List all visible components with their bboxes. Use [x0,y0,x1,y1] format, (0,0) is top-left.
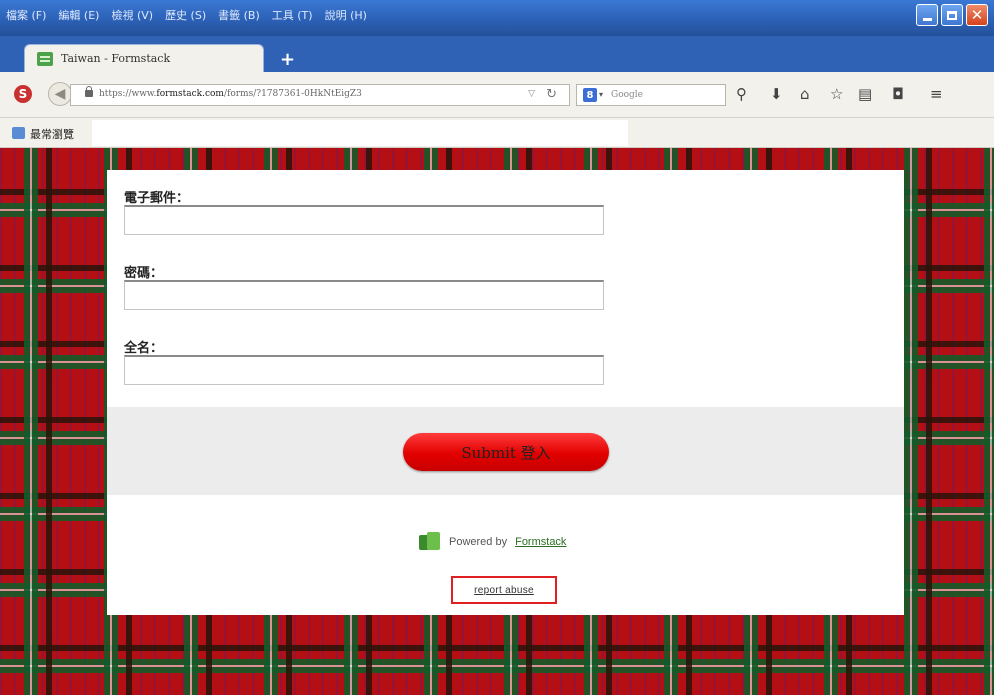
download-icon[interactable]: ⬇ [770,86,783,102]
formstack-favicon-icon [37,52,53,66]
bookmark-folder-icon [12,127,25,139]
url-domain: formstack.com [156,89,224,99]
menu-view[interactable]: 檢視 (V) [111,7,153,23]
search-icon[interactable]: ⚲ [736,86,747,102]
maximize-icon [947,10,957,20]
close-icon: ✕ [970,6,984,24]
minimize-icon [922,18,932,21]
title-bar: 檔案 (F) 編輯 (E) 檢視 (V) 歷史 (S) 書籤 (B) 工具 (T… [0,0,994,36]
url-dropdown-icon[interactable]: ▽ [528,89,535,99]
back-button[interactable]: ◀ [48,82,72,106]
home-icon[interactable]: ⌂ [800,86,810,102]
google-icon[interactable]: 8 [583,88,597,102]
url-path: /forms/?1787361-0HkNtEigZ3 [223,89,362,99]
bookmark-most-visited[interactable]: 最常瀏覽 [30,126,74,142]
minimize-button[interactable] [916,4,938,26]
library-icon[interactable]: ▤ [858,86,872,102]
search-engine-dropdown-icon[interactable]: ▾ [599,90,603,99]
email-label: 電子郵件： [124,191,190,206]
submit-area: Submit 登入 [107,407,904,495]
new-tab-button[interactable]: + [280,49,295,70]
tab-strip: Taiwan - Formstack + [0,36,994,72]
password-label: 密碼： [124,266,164,281]
menu-icon[interactable]: ≡ [930,86,943,102]
powered-by-text: Powered by [449,536,508,548]
maximize-button[interactable] [941,4,963,26]
menu-help[interactable]: 說明 (H) [325,7,367,23]
lock-icon [85,86,93,97]
menu-edit[interactable]: 編輯 (E) [58,7,99,23]
pocket-icon[interactable]: ◘ [892,86,904,102]
menu-tools[interactable]: 工具 (T) [272,7,313,23]
email-field[interactable] [124,205,604,235]
stylish-icon[interactable]: S [14,85,32,103]
formstack-link[interactable]: Formstack [515,536,566,548]
tab-formstack[interactable]: Taiwan - Formstack [24,44,264,72]
url-bar[interactable]: https://www.formstack.com/forms/?1787361… [70,84,570,106]
formstack-logo-icon [419,532,441,552]
url-prefix: https://www. [99,89,157,99]
tab-title: Taiwan - Formstack [61,52,171,65]
back-arrow-icon: ◀ [54,86,66,102]
search-bar[interactable]: 8 ▾ Google [576,84,726,106]
search-input[interactable]: Google [611,90,643,100]
form-card: 電子郵件： 密碼： 全名： Submit 登入 Powered by Forms… [107,170,904,615]
menu-file[interactable]: 檔案 (F) [6,7,46,23]
report-abuse-link[interactable]: report abuse [474,585,534,596]
submit-button[interactable]: Submit 登入 [403,433,609,471]
navigation-toolbar: S ◀ https://www.formstack.com/forms/?178… [0,72,994,118]
window-controls: ✕ [916,4,988,26]
report-abuse-highlight: report abuse [451,576,557,604]
close-button[interactable]: ✕ [966,4,988,26]
bookmarks-bar: 最常瀏覽 [0,118,994,148]
menu-bookmarks[interactable]: 書籤 (B) [218,7,260,23]
menu-bar: 檔案 (F) 編輯 (E) 檢視 (V) 歷史 (S) 書籤 (B) 工具 (T… [6,7,367,23]
fullname-field[interactable] [124,355,604,385]
reload-icon[interactable]: ↻ [546,87,557,102]
bookmarks-blank-area [92,120,628,146]
menu-history[interactable]: 歷史 (S) [165,7,206,23]
fullname-label: 全名： [124,341,164,356]
powered-by: Powered by Formstack [419,532,566,552]
password-field[interactable] [124,280,604,310]
star-icon[interactable]: ☆ [830,86,843,102]
url-text: https://www.formstack.com/forms/?1787361… [99,89,362,99]
